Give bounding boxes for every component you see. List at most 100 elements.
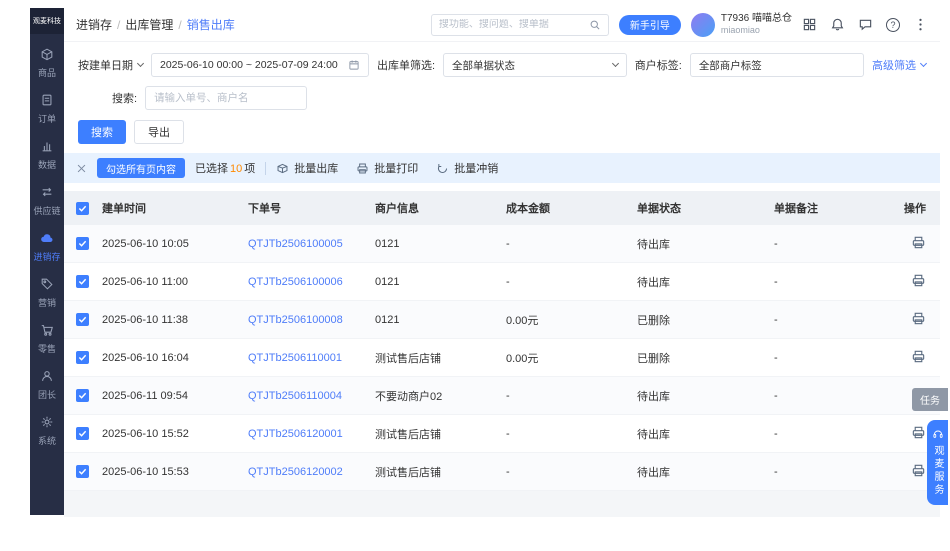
avatar[interactable] bbox=[691, 13, 715, 37]
breadcrumb-separator: / bbox=[117, 18, 120, 32]
reverse-arrow-icon bbox=[436, 162, 449, 175]
cell-order-no-link[interactable]: QTJTb2506100005 bbox=[248, 238, 375, 250]
bell-icon[interactable] bbox=[830, 17, 845, 32]
breadcrumb-inventory[interactable]: 进销存 bbox=[76, 16, 112, 33]
batch-actions: 批量出库 批量打印 批量冲销 bbox=[276, 160, 498, 176]
user-subname: miaomiao bbox=[721, 25, 792, 36]
sidebar-item-group-leader[interactable]: 团长 bbox=[30, 362, 64, 408]
keyword-search-input[interactable] bbox=[145, 86, 307, 110]
global-search-input[interactable] bbox=[439, 19, 584, 30]
sidebar-item-retail[interactable]: 零售 bbox=[30, 316, 64, 362]
chevron-down-icon bbox=[612, 60, 619, 67]
chart-icon bbox=[40, 139, 54, 155]
cell-cost: 0.00元 bbox=[506, 312, 637, 328]
service-tab-label: 观麦服务 bbox=[930, 445, 945, 497]
table-row: 2025-06-10 15:52 QTJTb2506120001 测试售后店铺 … bbox=[64, 415, 940, 453]
cell-cost: - bbox=[506, 390, 637, 402]
task-float-tab[interactable]: 任务 bbox=[912, 388, 948, 411]
order-status-select[interactable]: 全部单据状态 bbox=[443, 53, 627, 77]
cell-cost: - bbox=[506, 428, 637, 440]
table-header-row: 建单时间 下单号 商户信息 成本金额 单据状态 单据备注 操作 bbox=[64, 191, 940, 225]
inventory-cloud-icon bbox=[40, 231, 54, 247]
sidebar-item-label: 营销 bbox=[38, 296, 56, 309]
filter-panel: 按建单日期 2025-06-10 00:00 ~ 2025-07-09 24:0… bbox=[64, 42, 940, 144]
row-checkbox[interactable] bbox=[76, 389, 89, 402]
help-icon[interactable]: ? bbox=[886, 18, 900, 32]
row-print-icon[interactable] bbox=[911, 425, 926, 440]
row-print-icon[interactable] bbox=[911, 463, 926, 478]
batch-outbound-label: 批量出库 bbox=[294, 160, 338, 176]
cell-remark: - bbox=[774, 352, 906, 364]
batch-print-label: 批量打印 bbox=[374, 160, 418, 176]
sidebar-item-goods[interactable]: 商品 bbox=[30, 40, 64, 86]
row-checkbox[interactable] bbox=[76, 427, 89, 440]
cell-order-no-link[interactable]: QTJTb2506110001 bbox=[248, 352, 375, 364]
table-row: 2025-06-10 15:53 QTJTb2506120002 测试售后店铺 … bbox=[64, 453, 940, 491]
cell-order-no-link[interactable]: QTJTb2506100008 bbox=[248, 314, 375, 326]
cell-cost: 0.00元 bbox=[506, 350, 637, 366]
sidebar-item-label: 供应链 bbox=[33, 204, 60, 217]
merchant-tag-input[interactable] bbox=[690, 53, 864, 77]
cell-status: 待出库 bbox=[637, 236, 774, 252]
top-bar: 进销存 / 出库管理 / 销售出库 新手引导 T7936 喵喵总仓 miaom bbox=[64, 8, 940, 42]
filter-actions: 搜索 导出 bbox=[78, 120, 926, 144]
sidebar-item-label: 商品 bbox=[38, 66, 56, 79]
advanced-filter-toggle[interactable]: 高级筛选 bbox=[872, 57, 926, 73]
row-checkbox[interactable] bbox=[76, 237, 89, 250]
cell-order-no-link[interactable]: QTJTb2506100006 bbox=[248, 276, 375, 288]
row-checkbox[interactable] bbox=[76, 465, 89, 478]
service-float-tab[interactable]: 观麦服务 bbox=[927, 420, 948, 505]
cell-order-no-link[interactable]: QTJTb2506110004 bbox=[248, 390, 375, 402]
message-icon[interactable] bbox=[858, 17, 873, 32]
merchant-tag-label: 商户标签: bbox=[635, 57, 682, 73]
sidebar-item-label: 数据 bbox=[38, 158, 56, 171]
batch-reverse-button[interactable]: 批量冲销 bbox=[436, 160, 498, 176]
printer-icon bbox=[356, 162, 369, 175]
select-all-pages-button[interactable]: 勾选所有页内容 bbox=[97, 158, 185, 178]
search-button[interactable]: 搜索 bbox=[78, 120, 126, 144]
newbie-guide-button[interactable]: 新手引导 bbox=[619, 15, 681, 35]
cell-create-time: 2025-06-10 10:05 bbox=[102, 238, 248, 250]
sidebar-item-inventory[interactable]: 进销存 bbox=[30, 224, 64, 270]
sidebar-item-system[interactable]: 系统 bbox=[30, 408, 64, 454]
row-checkbox[interactable] bbox=[76, 313, 89, 326]
row-print-icon[interactable] bbox=[911, 349, 926, 364]
row-checkbox[interactable] bbox=[76, 351, 89, 364]
global-search-box[interactable] bbox=[431, 14, 609, 36]
sidebar-item-label: 零售 bbox=[38, 342, 56, 355]
advanced-filter-label: 高级筛选 bbox=[872, 57, 916, 73]
batch-outbound-button[interactable]: 批量出库 bbox=[276, 160, 338, 176]
supply-chain-icon bbox=[40, 185, 54, 201]
breadcrumb-outbound-management[interactable]: 出库管理 bbox=[125, 16, 173, 33]
user-account[interactable]: T7936 喵喵总仓 miaomiao bbox=[691, 13, 792, 37]
sidebar-nav: 商品 订单 数据 供应链 进销存 bbox=[30, 40, 64, 454]
date-range-picker[interactable]: 2025-06-10 00:00 ~ 2025-07-09 24:00 bbox=[151, 53, 369, 77]
cell-status: 待出库 bbox=[637, 388, 774, 404]
cell-order-no-link[interactable]: QTJTb2506120002 bbox=[248, 466, 375, 478]
cell-create-time: 2025-06-11 09:54 bbox=[102, 390, 248, 402]
selected-count-text: 已选择10项 bbox=[195, 160, 255, 176]
sidebar-item-supply-chain[interactable]: 供应链 bbox=[30, 178, 64, 224]
sidebar-item-data[interactable]: 数据 bbox=[30, 132, 64, 178]
table-row: 2025-06-10 10:05 QTJTb2506100005 0121 - … bbox=[64, 225, 940, 263]
cell-merchant: 不要动商户02 bbox=[375, 388, 506, 404]
app-grid-icon[interactable] bbox=[802, 17, 817, 32]
date-type-dropdown[interactable]: 按建单日期 bbox=[78, 57, 143, 73]
batch-reverse-label: 批量冲销 bbox=[454, 160, 498, 176]
row-checkbox[interactable] bbox=[76, 275, 89, 288]
sidebar-item-marketing[interactable]: 营销 bbox=[30, 270, 64, 316]
row-print-icon[interactable] bbox=[911, 235, 926, 250]
order-status-value: 全部单据状态 bbox=[452, 58, 515, 73]
cell-order-no-link[interactable]: QTJTb2506120001 bbox=[248, 428, 375, 440]
orders-table: 建单时间 下单号 商户信息 成本金额 单据状态 单据备注 操作 2025-06-… bbox=[64, 183, 940, 515]
sidebar-item-orders[interactable]: 订单 bbox=[30, 86, 64, 132]
row-print-icon[interactable] bbox=[911, 273, 926, 288]
more-icon[interactable] bbox=[913, 17, 928, 32]
close-icon[interactable] bbox=[76, 163, 87, 174]
col-remark: 单据备注 bbox=[774, 200, 906, 216]
batch-print-button[interactable]: 批量打印 bbox=[356, 160, 418, 176]
row-print-icon[interactable] bbox=[911, 311, 926, 326]
topbar-icons: ? bbox=[802, 17, 928, 32]
export-button[interactable]: 导出 bbox=[134, 120, 184, 144]
select-all-checkbox[interactable] bbox=[76, 202, 89, 215]
